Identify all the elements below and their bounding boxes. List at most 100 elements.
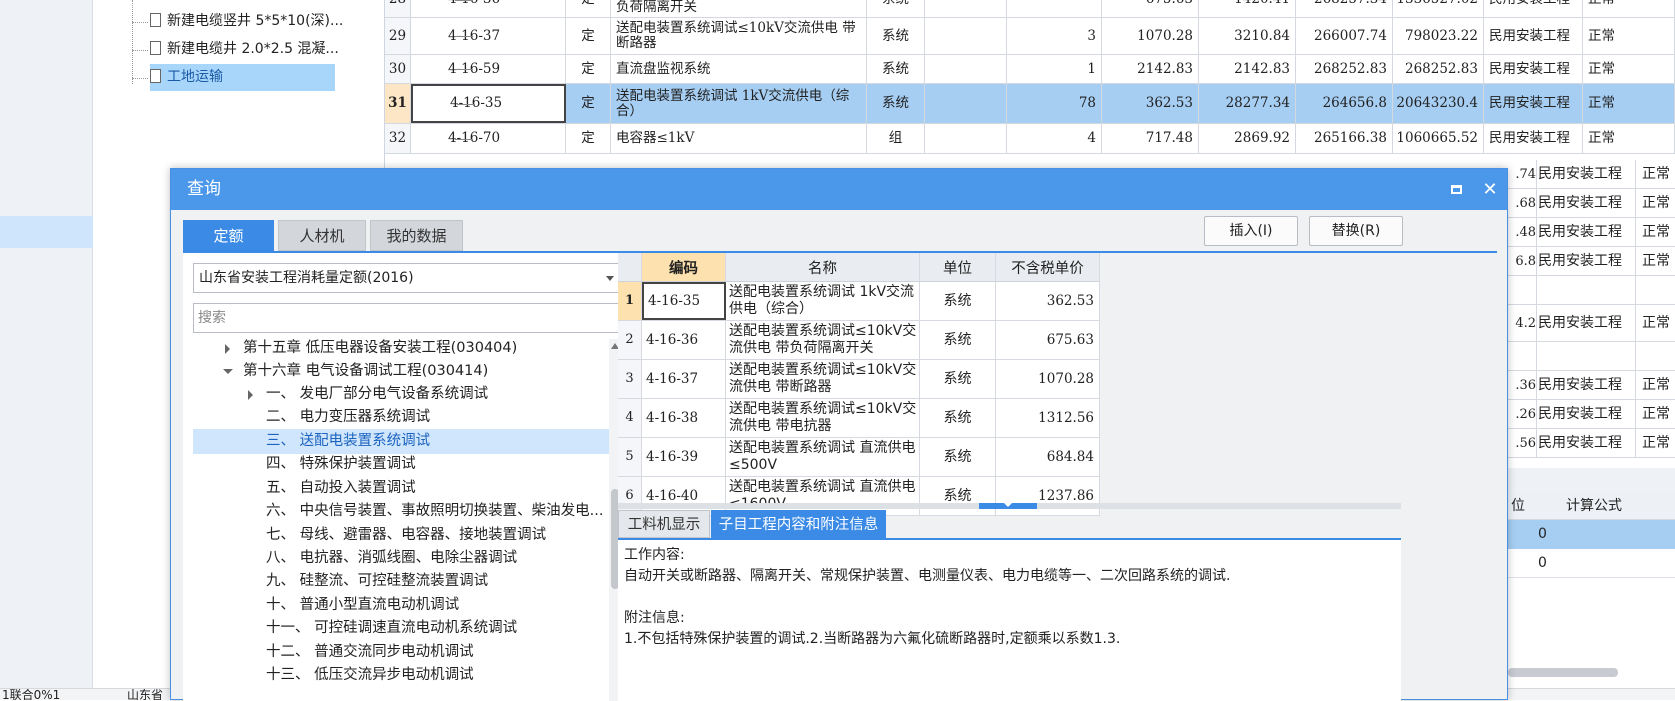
grid-row[interactable]: 3 4-16-37 送配电装置系统调试≤10kV交流供电 带断路器 系统 107… [618, 360, 1100, 399]
horizontal-scrollbar[interactable] [1508, 668, 1618, 677]
table-row[interactable] [1508, 342, 1675, 371]
table-row[interactable]: 28 4-16-36 定 送配电装置系统调试≤10kV交流供电 带负荷隔离开关 … [385, 0, 1675, 18]
grid-row[interactable]: 5 4-16-39 送配电装置系统调试 直流供电≤500V 系统 684.84 [618, 438, 1100, 477]
row-number: 32 [385, 124, 411, 153]
header-price[interactable]: 不含税单价 [996, 253, 1100, 281]
row-number: 29 [385, 18, 411, 54]
tree-item[interactable]: 第十五章 低压电器设备安装工程(030404) [193, 339, 609, 361]
tree-item[interactable]: 四、 特殊保护装置调试 [193, 452, 609, 477]
quota-library-select[interactable]: 山东省安装工程消耗量定额(2016) [193, 263, 623, 293]
table-row[interactable] [1508, 276, 1675, 305]
table-row[interactable]: 29 4-16-37 定 送配电装置系统调试≤10kV交流供电 带断路器 系统 … [385, 18, 1675, 55]
sub-table-row[interactable]: 0 [1508, 520, 1675, 549]
panel-splitter[interactable] [618, 503, 1401, 509]
row-qty: 4 [1007, 124, 1102, 153]
caret-down-icon[interactable] [223, 369, 233, 374]
collapse-handle[interactable] [979, 503, 1037, 509]
row-amount2: 798023.22 [1393, 18, 1484, 54]
tree-node-selected[interactable]: 工地运输 [150, 64, 335, 91]
table-row[interactable]: .26 民用安装工程 正常 [1508, 400, 1675, 429]
tree-item[interactable]: 九、 硅整流、可控硅整流装置调试 [193, 569, 609, 594]
tree-item-selected[interactable]: 三、 送配电装置系统调试 [193, 429, 609, 454]
row-name: 送配电装置系统调试≤10kV交流供电 带负荷隔离开关 [611, 0, 867, 17]
tree-item[interactable]: 第十六章 电气设备调试工程(030414) [193, 359, 609, 384]
header-unit[interactable]: 单位 [920, 253, 996, 281]
tab-labor-material-machine[interactable]: 人材机 [278, 220, 366, 251]
row-name: 电容器≤1kV [611, 124, 867, 153]
header-name[interactable]: 名称 [726, 253, 920, 281]
sub-table-row[interactable]: 0 [1508, 549, 1675, 578]
tab-work-content-notes[interactable]: 子目工程内容和附注信息 [711, 510, 886, 538]
row-qty: 3 [1007, 18, 1102, 54]
row-unit: 组 [867, 124, 925, 153]
grid-row[interactable]: 4 4-16-38 送配电装置系统调试≤10kV交流供电 带电抗器 系统 131… [618, 399, 1100, 438]
header-code[interactable]: 编码 [642, 253, 726, 281]
table-row[interactable]: .36 民用安装工程 正常 [1508, 371, 1675, 400]
search-input[interactable] [193, 303, 623, 333]
table-row[interactable]: 4.2 民用安装工程 正常 [1508, 305, 1675, 342]
tree-item[interactable]: 一、 发电厂部分电气设备系统调试 [193, 382, 609, 407]
row-category: 民用安装工程 [1484, 0, 1583, 17]
chevron-down-icon [606, 276, 614, 281]
row-status: 正常 [1583, 18, 1675, 54]
row-qty: 78 [1007, 84, 1102, 123]
table-row[interactable]: 32 4-16-70 定 电容器≤1kV 组 4 717.48 2869.92 … [385, 124, 1675, 154]
header-row-number [618, 253, 642, 281]
table-row[interactable]: 30 4-16-59 定 直流盘监视系统 系统 1 2142.83 2142.8… [385, 55, 1675, 84]
row-type: 定 [566, 18, 611, 54]
row-code[interactable]: 4-16-35 [411, 84, 566, 123]
row-amount2: 1060665.52 [1393, 124, 1484, 153]
sub-table-header: 位计算公式 [1508, 492, 1675, 520]
tree-item[interactable]: 五、 自动投入装置调试 [193, 476, 609, 501]
row-unit: 系统 [867, 18, 925, 54]
grid-row-selected[interactable]: 1 4-16-35 送配电装置系统调试 1kV交流供电（综合） 系统 362.5… [618, 282, 1100, 321]
tree-item[interactable]: 二、 电力变压器系统调试 [193, 405, 609, 430]
row-amount: 2142.83 [1199, 55, 1296, 83]
panel-splitter[interactable] [1508, 468, 1675, 492]
quota-tree-panel: 山东省安装工程消耗量定额(2016) 第十五章 低压电器设备安装工程(03040… [183, 253, 623, 701]
row-amount2: 268252.83 [1393, 55, 1484, 83]
replace-button[interactable]: 替换(R) [1309, 216, 1403, 246]
tree-item[interactable]: 十、 普通小型直流电动机调试 [193, 593, 609, 618]
tree-connector [132, 50, 148, 51]
tree-item[interactable]: 八、 电抗器、消弧线圈、电除尘器调试 [193, 546, 609, 571]
dialog-title-bar[interactable]: 查询 ✕ [171, 169, 1507, 210]
tree-node[interactable]: 新建电缆竖井 5*5*10(深)... [150, 8, 360, 35]
row-unit: 系统 [867, 84, 925, 123]
maximize-button[interactable] [1445, 179, 1467, 201]
table-row[interactable]: 6.8 民用安装工程 正常 [1508, 247, 1675, 276]
tree-item[interactable]: 十二、 普通交流同步电动机调试 [193, 640, 609, 665]
row-blank [925, 124, 1007, 153]
row-number: 28 [385, 0, 411, 17]
table-row[interactable]: .74 民用安装工程 正常 [1508, 160, 1675, 189]
row-category: 民用安装工程 [1484, 124, 1583, 153]
insert-button[interactable]: 插入(I) [1204, 216, 1298, 246]
tab-quota[interactable]: 定额 [183, 220, 274, 251]
tree-node[interactable]: 新建电缆井 2.0*2.5 混凝... [150, 36, 360, 63]
close-button[interactable]: ✕ [1479, 179, 1501, 201]
row-code: 4-16-37 [411, 18, 566, 54]
table-row-selected[interactable]: 31 4-16-35 定 送配电装置系统调试 1kV交流供电（综合） 系统 78… [385, 84, 1675, 124]
caret-right-icon[interactable] [225, 344, 230, 354]
tree-item[interactable]: 十三、 低压交流异步电动机调试 [193, 663, 609, 688]
grid-header: 编码 名称 单位 不含税单价 [618, 253, 1100, 282]
table-row[interactable]: .48 民用安装工程 正常 [1508, 218, 1675, 247]
tree-item[interactable]: 七、 母线、避雷器、电容器、接地装置调试 [193, 523, 609, 548]
tree-item[interactable]: 十一、 可控硅调速直流电动机系统调试 [193, 616, 609, 641]
row-category: 民用安装工程 [1484, 18, 1583, 54]
table-row[interactable]: .56 民用安装工程 正常 [1508, 429, 1675, 458]
tree-item[interactable]: 六、 中央信号装置、事故照明切换装置、柴油发电... [193, 499, 609, 524]
document-icon [150, 13, 161, 27]
left-nav-selected-item[interactable] [0, 216, 93, 248]
tab-labor-material-display[interactable]: 工料机显示 [618, 510, 710, 538]
tab-my-data[interactable]: 我的数据 [370, 220, 463, 251]
chapter-tree: 第十五章 低压电器设备安装工程(030404) 第十六章 电气设备调试工程(03… [193, 339, 609, 701]
row-price2: 268252.83 [1296, 55, 1393, 83]
grid-row[interactable]: 2 4-16-36 送配电装置系统调试≤10kV交流供电 带负荷隔离开关 系统 … [618, 321, 1100, 360]
row-amount: 28277.34 [1199, 84, 1296, 123]
row-code: 4-16-36 [411, 0, 566, 17]
row-status: 正常 [1583, 0, 1675, 17]
table-row[interactable]: .68 民用安装工程 正常 [1508, 189, 1675, 218]
caret-right-icon[interactable] [248, 390, 253, 400]
row-price2: 265166.38 [1296, 124, 1393, 153]
